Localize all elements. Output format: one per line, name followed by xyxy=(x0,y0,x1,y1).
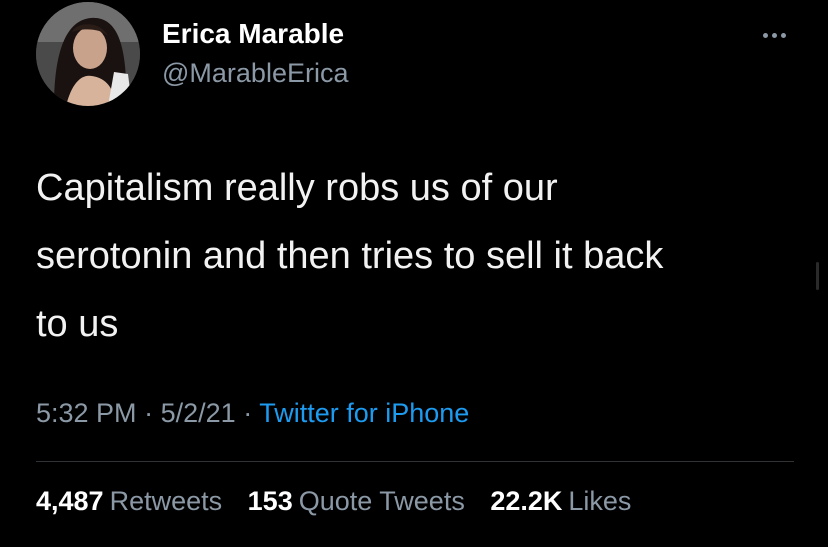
retweets-stat[interactable]: 4,487 Retweets xyxy=(36,486,222,516)
likes-label: Likes xyxy=(568,486,632,516)
tweet-text-line: Capitalism really robs us of our xyxy=(36,167,558,209)
tweet-meta: 5:32 PM · 5/2/21 · Twitter for iPhone xyxy=(36,398,469,429)
tweet-source-link[interactable]: Twitter for iPhone xyxy=(259,398,469,428)
display-name[interactable]: Erica Marable xyxy=(162,18,344,50)
tweet-text-line: to us xyxy=(36,303,119,345)
tweet-card: Erica Marable @MarableErica Capitalism r… xyxy=(0,0,828,547)
avatar[interactable] xyxy=(36,2,140,106)
tweet-time[interactable]: 5:32 PM xyxy=(36,398,137,428)
more-horizontal-icon xyxy=(761,32,788,38)
retweets-count: 4,487 xyxy=(36,486,104,516)
likes-stat[interactable]: 22.2K Likes xyxy=(490,486,631,516)
retweets-label: Retweets xyxy=(109,486,223,516)
tweet-date[interactable]: 5/2/21 xyxy=(161,398,236,428)
quote-tweets-count: 153 xyxy=(247,486,293,516)
likes-count: 22.2K xyxy=(490,486,563,516)
meta-separator: · xyxy=(144,398,154,428)
more-options-button[interactable] xyxy=(752,20,796,50)
user-handle[interactable]: @MarableErica xyxy=(162,58,348,89)
meta-separator: · xyxy=(243,398,253,428)
tweet-stats: 4,487 Retweets 153 Quote Tweets 22.2K Likes xyxy=(36,486,649,517)
divider xyxy=(36,461,794,462)
tweet-text-line: serotonin and then tries to sell it back xyxy=(36,235,664,277)
quote-tweets-label: Quote Tweets xyxy=(298,486,465,516)
avatar-image xyxy=(36,2,140,106)
quote-tweets-stat[interactable]: 153 Quote Tweets xyxy=(248,486,465,516)
tweet-text: Capitalism really robs us of our seroton… xyxy=(36,154,796,358)
scrollbar[interactable] xyxy=(816,262,819,290)
